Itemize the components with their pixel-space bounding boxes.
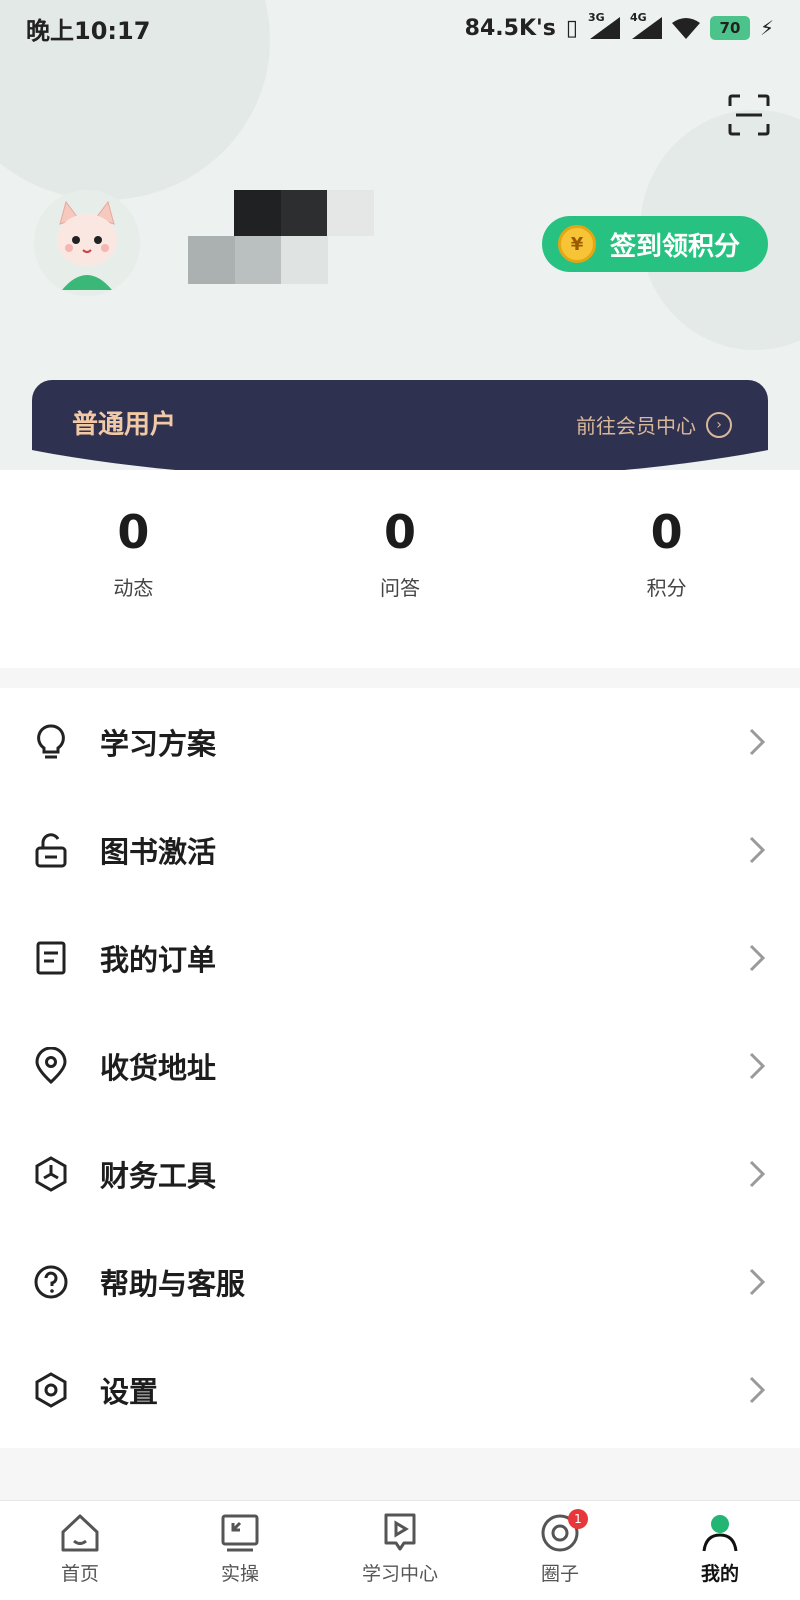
status-bar: 晚上10:17 84.5K's ▯ 3G 4G 70 ⚡ [0,0,800,56]
avatar[interactable] [34,190,140,296]
menu-item-book-activation[interactable]: 图书激活 [0,796,800,904]
signal-3g-icon: 3G [588,11,620,39]
tab-label: 圈子 [540,1563,579,1585]
notification-badge: 1 [568,1509,588,1529]
unlock-icon [35,833,67,868]
chevron-right-icon [749,1052,766,1080]
stat-points[interactable]: 0 积分 [533,505,800,655]
chevron-right-icon [749,728,766,756]
member-center-label: 前往会员中心 [576,414,696,438]
signal-4g-icon: 4G [630,11,662,39]
chevron-right-icon [749,1160,766,1188]
tab-mine[interactable]: 我的 [640,1501,800,1600]
location-pin-icon [35,1047,67,1085]
network-speed: 84.5K's [464,15,556,41]
coin-icon: ¥ [558,225,596,263]
user-id-redacted [188,236,329,284]
home-icon [61,1514,99,1552]
chevron-right-icon [749,1376,766,1404]
tab-label: 我的 [700,1563,739,1585]
menu-label: 设置 [100,1375,159,1409]
settings-hexagon-icon [35,1372,67,1408]
menu-label: 收货地址 [100,1051,217,1085]
menu-label: 帮助与客服 [100,1267,246,1301]
checkin-button[interactable]: ¥ 签到领积分 [542,216,768,272]
stat-value: 0 [384,505,417,559]
tab-home[interactable]: 首页 [0,1501,160,1600]
battery-icon: 70 [709,16,750,40]
help-question-icon [34,1265,68,1299]
finance-tool-icon [35,1156,67,1192]
section-divider [0,1448,800,1500]
chevron-right-icon: › [706,411,732,438]
status-time: 晚上10:17 [26,16,151,45]
stat-label: 动态 [113,576,154,601]
stat-label: 问答 [380,576,420,601]
chevron-right-icon [749,836,766,864]
menu-label: 我的订单 [100,943,217,977]
chevron-right-icon [749,944,766,972]
lightbulb-icon [37,724,65,759]
cat-avatar-icon [34,190,140,296]
stat-qa[interactable]: 0 问答 [267,505,534,655]
practice-screen-icon [221,1514,259,1552]
menu-label: 学习方案 [100,727,217,761]
menu-item-shipping-address[interactable]: 收货地址 [0,1012,800,1120]
tab-label: 首页 [60,1563,99,1585]
charging-icon: ⚡ [759,16,774,40]
checkin-label: 签到领积分 [610,231,741,262]
stat-value: 0 [650,505,683,559]
member-level: 普通用户 [72,410,177,440]
stat-label: 积分 [646,576,687,601]
member-card[interactable]: 普通用户 前往会员中心 › [32,380,768,470]
stat-dynamics[interactable]: 0 动态 [0,505,267,655]
section-divider [0,668,800,688]
study-play-icon [384,1513,416,1551]
menu-item-help-service[interactable]: 帮助与客服 [0,1228,800,1336]
tab-label: 学习中心 [361,1563,438,1585]
tab-label: 实操 [220,1563,259,1585]
bottom-tab-bar: 首页 实操 学习中心 1 圈子 我的 [0,1500,800,1600]
order-document-icon [36,941,66,975]
tab-study-center[interactable]: 学习中心 [320,1501,480,1600]
menu-item-finance-tools[interactable]: 财务工具 [0,1120,800,1228]
vibrate-icon: ▯ [565,15,578,41]
menu-label: 图书激活 [100,835,217,869]
profile-header: 晚上10:17 84.5K's ▯ 3G 4G 70 ⚡ ¥ 签到领积分 普通用… [0,0,800,470]
menu-label: 财务工具 [100,1159,217,1193]
username-redacted [234,190,375,236]
tab-practice[interactable]: 实操 [160,1501,320,1600]
stats-row: 0 动态 0 问答 0 积分 [0,505,800,655]
member-center-link[interactable]: 前往会员中心 › [576,410,732,439]
profile-user-icon [702,1515,738,1552]
stat-value: 0 [117,505,150,559]
wifi-icon [671,18,700,39]
menu-item-my-orders[interactable]: 我的订单 [0,904,800,1012]
menu-item-settings[interactable]: 设置 [0,1336,800,1444]
menu-item-study-plan[interactable]: 学习方案 [0,688,800,796]
scan-icon[interactable] [728,94,770,136]
menu-list: 学习方案 图书激活 我的订单 收货地址 财务工具 帮助与客服 设置 [0,688,800,1444]
tab-community[interactable]: 1 圈子 [480,1501,640,1600]
chevron-right-icon [749,1268,766,1296]
